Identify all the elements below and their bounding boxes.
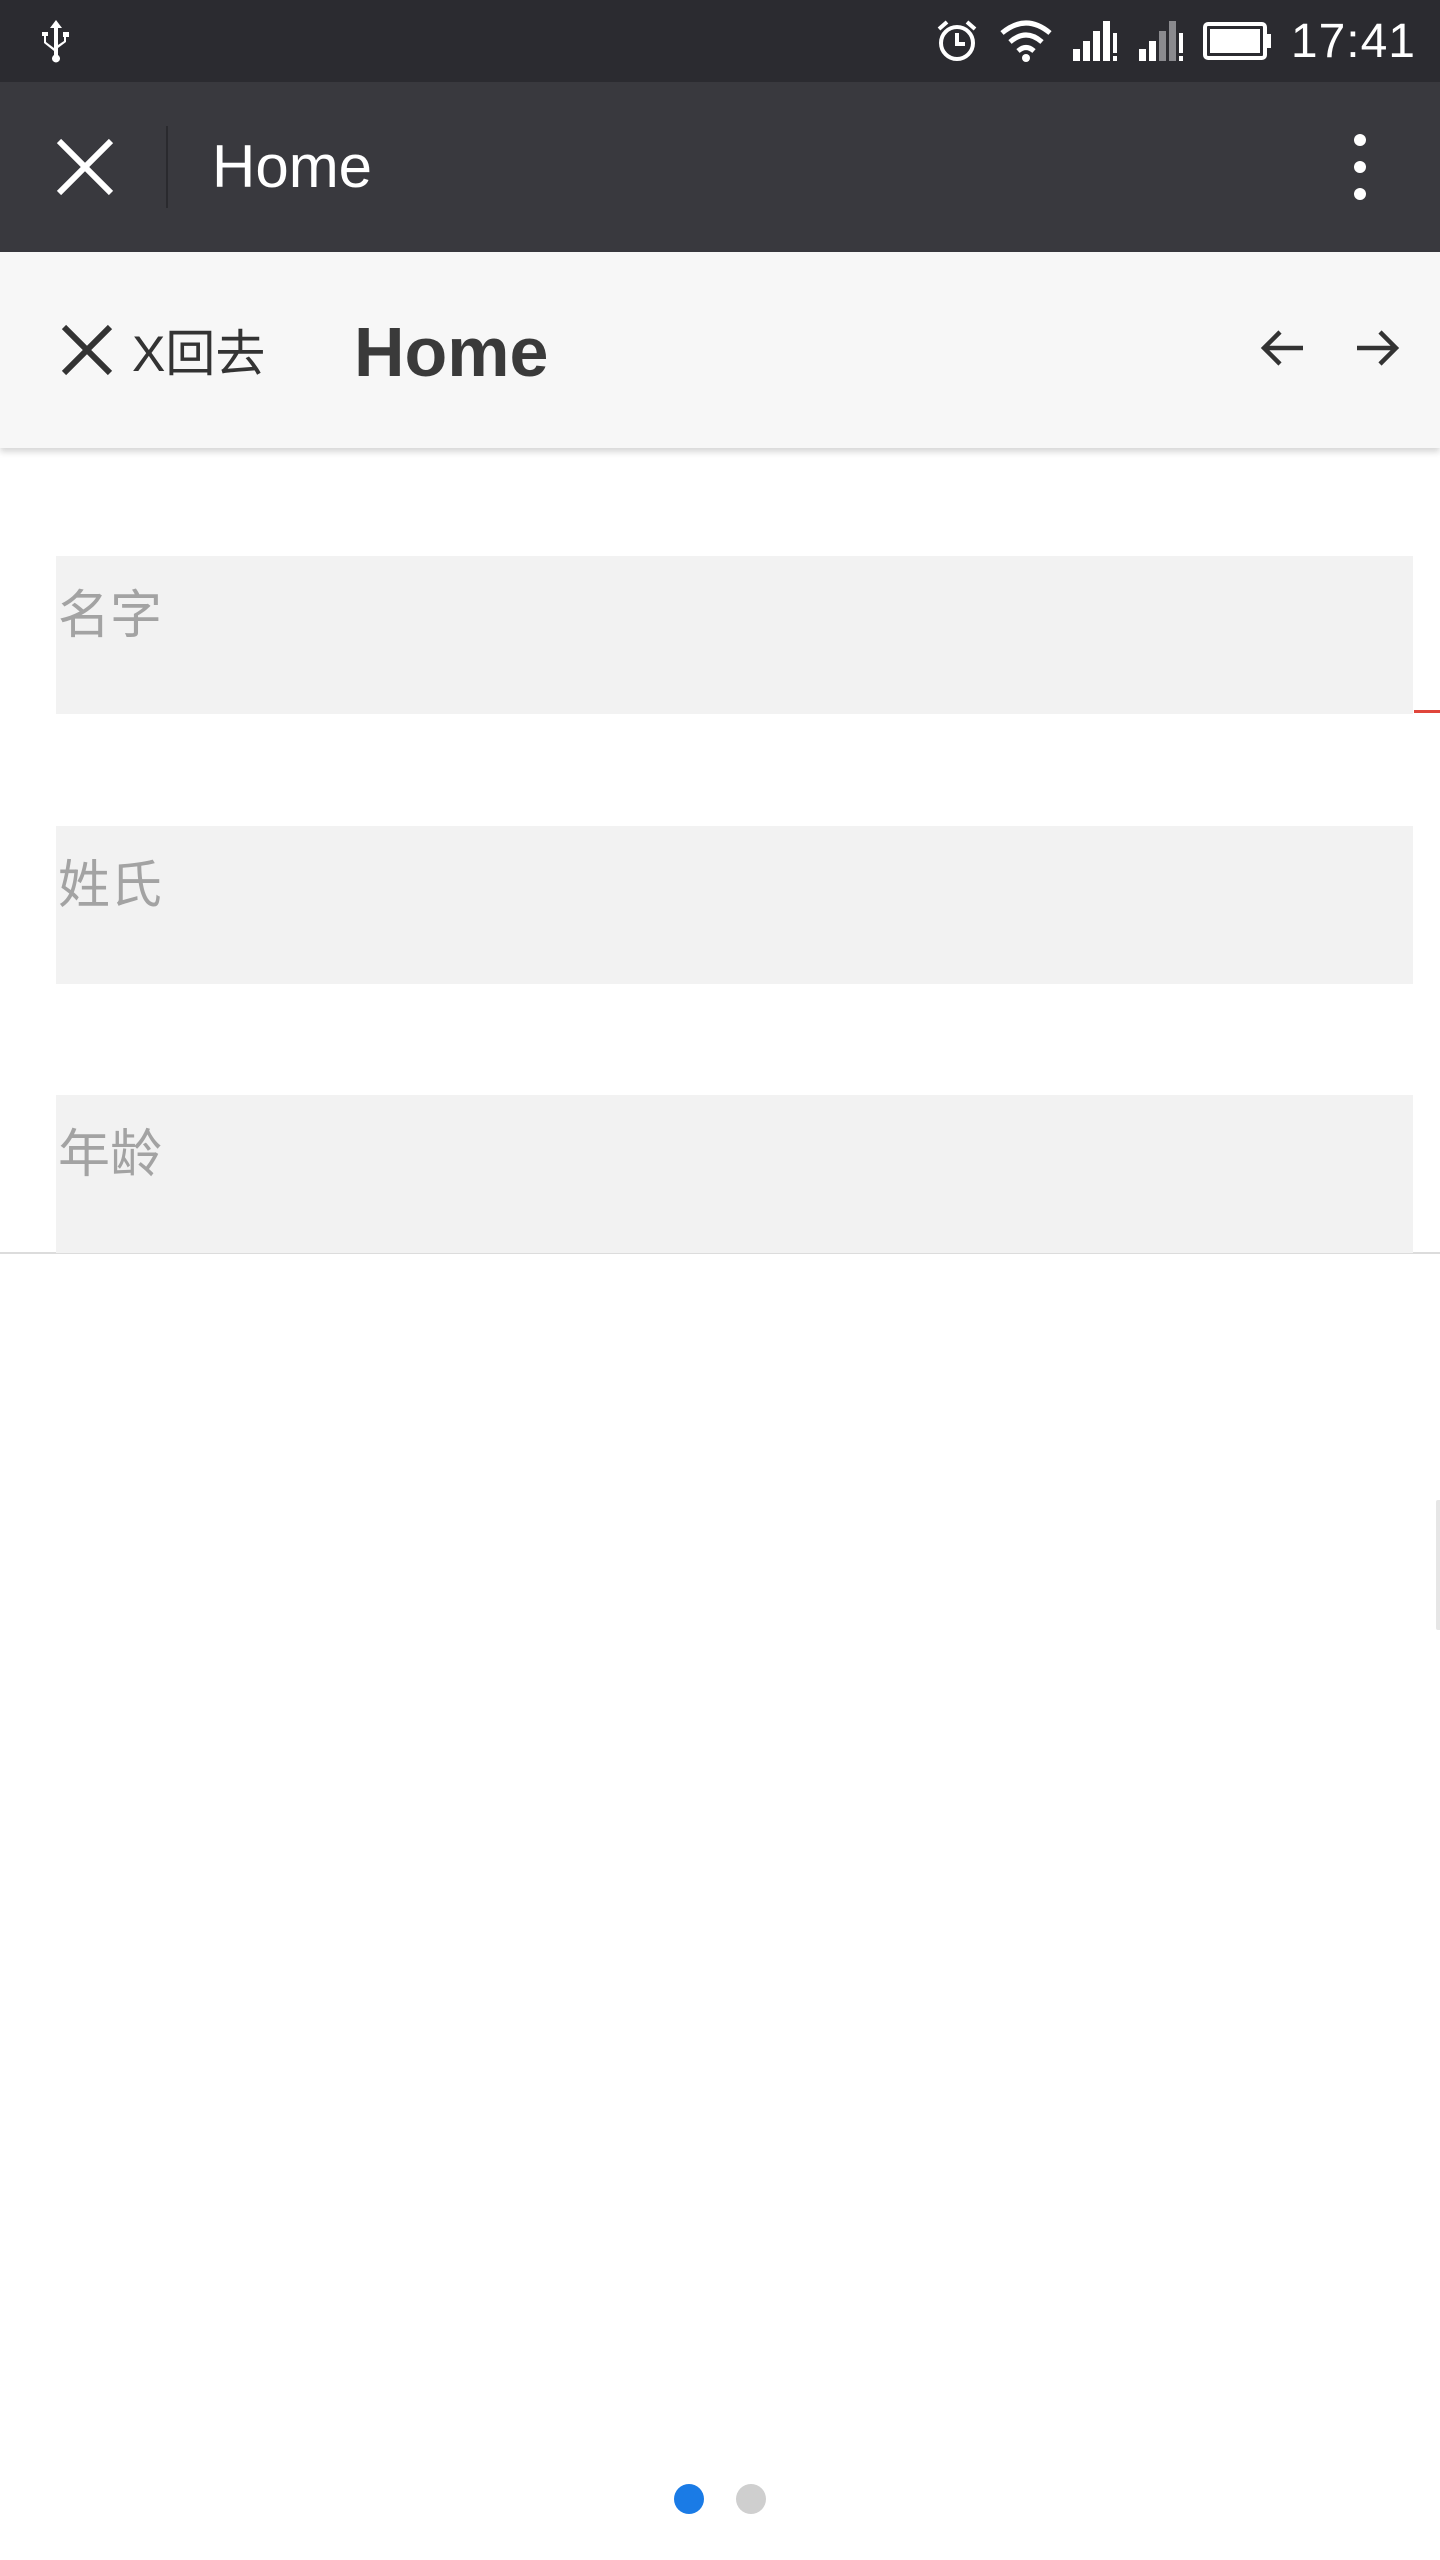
usb-icon	[42, 20, 69, 63]
field-error-marker	[1414, 710, 1440, 713]
close-icon	[56, 138, 114, 196]
page-dot[interactable]	[674, 2484, 704, 2514]
form	[0, 448, 1440, 1254]
next-button[interactable]	[1338, 308, 1418, 388]
wifi-icon	[1000, 20, 1052, 62]
more-options-button[interactable]	[1320, 122, 1400, 212]
status-time: 17:41	[1290, 14, 1416, 68]
page-dot[interactable]	[736, 2484, 766, 2514]
arrow-right-icon	[1357, 330, 1400, 366]
page-title: Home	[354, 313, 549, 391]
battery-icon	[1202, 22, 1271, 60]
close-icon	[61, 324, 113, 376]
edge-handle[interactable]	[1436, 1500, 1440, 1630]
back-button-label: X回去	[132, 326, 266, 382]
more-vertical-icon	[1354, 134, 1366, 200]
page-indicator	[0, 2484, 1440, 2514]
signal-sim1-icon	[1072, 21, 1117, 61]
app-bar-divider	[166, 126, 168, 208]
arrow-left-icon	[1260, 330, 1303, 366]
app-close-button[interactable]	[40, 122, 130, 212]
alarm-icon	[937, 20, 977, 61]
prev-button[interactable]	[1242, 308, 1322, 388]
app-bar: Home	[0, 82, 1440, 252]
nav-bar: X回去 Home	[0, 252, 1440, 448]
status-bar: 17:41	[0, 0, 1440, 82]
last-name-input[interactable]	[56, 826, 1413, 984]
age-input[interactable]	[56, 1095, 1413, 1253]
first-name-input[interactable]	[56, 556, 1413, 714]
status-icons: 17:41	[933, 0, 1416, 82]
screen: 17:41 Home X回去 Home	[0, 0, 1440, 2560]
signal-sim2-icon	[1138, 21, 1183, 61]
back-button[interactable]: X回去	[60, 292, 265, 408]
app-title: Home	[212, 133, 373, 200]
